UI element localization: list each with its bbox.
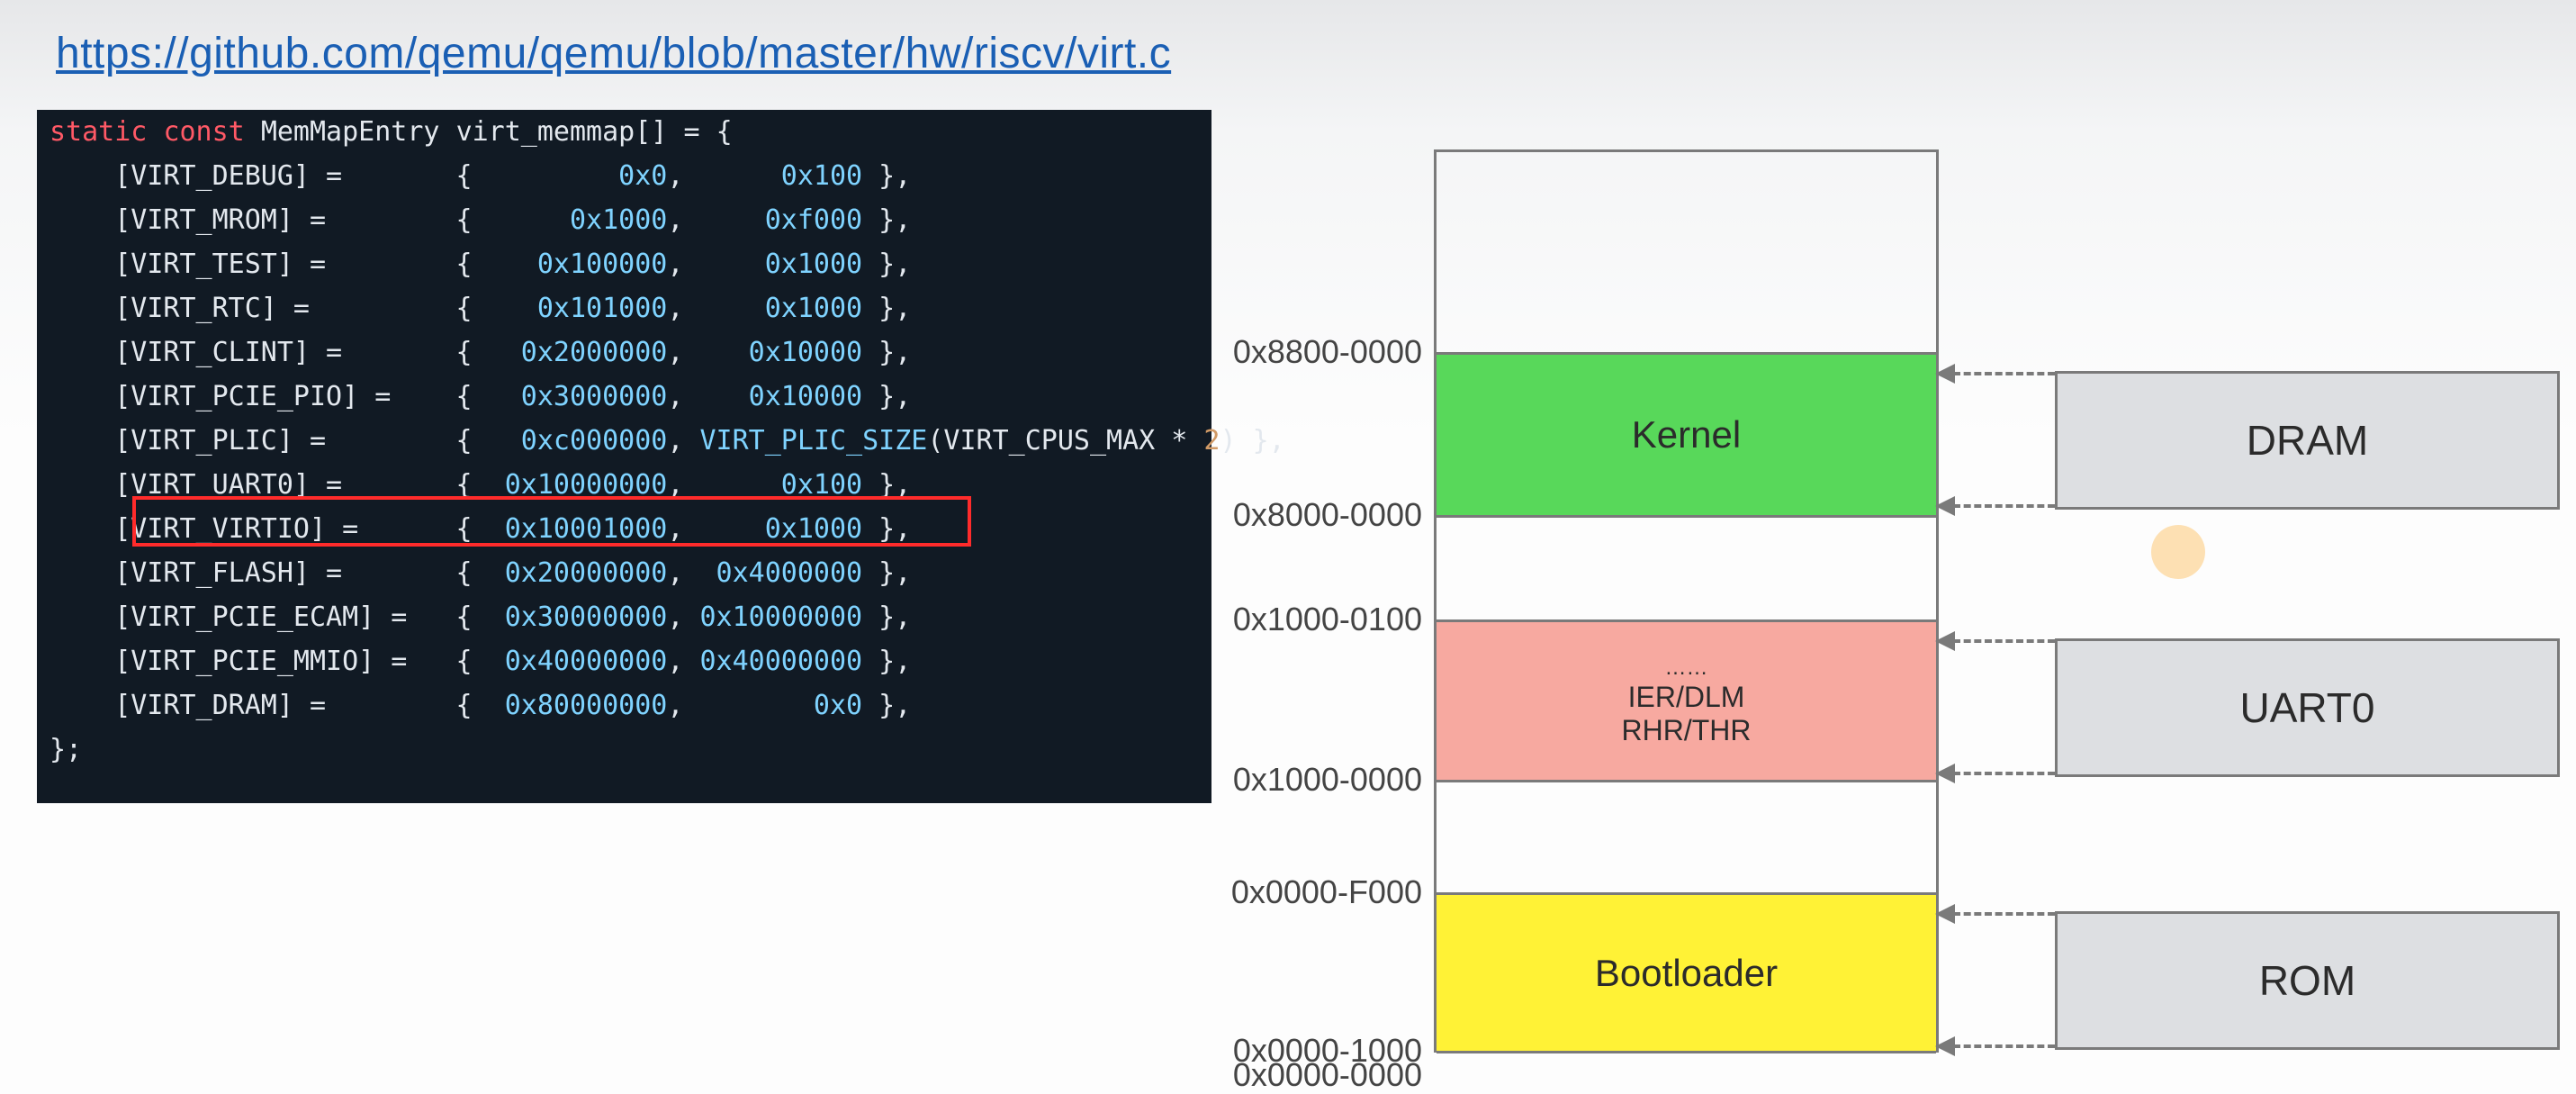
segment-uart0: …… IER/DLM RHR/THR [1437,622,1936,780]
addr-8000: 0x8000-0000 [1233,496,1422,534]
box-uart0: UART0 [2055,638,2560,777]
cursor-indicator-icon [2151,525,2205,579]
addr-1000-0100: 0x1000-0100 [1233,601,1422,638]
arrow [1953,912,2055,916]
addr-1000-0000: 0x1000-0000 [1233,761,1422,799]
segment-bootloader: Bootloader [1437,895,1936,1051]
code-block: static const MemMapEntry virt_memmap[] =… [37,110,1211,803]
addr-0000-0000: 0x0000-0000 [1233,1056,1422,1094]
box-rom: ROM [2055,911,2560,1050]
arrow [1953,1044,2055,1048]
source-url-link[interactable]: https://github.com/qemu/qemu/blob/master… [56,29,1171,78]
arrow [1953,639,2055,643]
arrow [1953,772,2055,775]
arrow [1953,504,2055,508]
segment-kernel: Kernel [1437,355,1936,515]
addr-8800: 0x8800-0000 [1233,333,1422,371]
arrow [1953,372,2055,375]
addr-0000-f000: 0x0000-F000 [1231,873,1422,911]
box-dram: DRAM [2055,371,2560,510]
memory-map-column: Kernel …… IER/DLM RHR/THR Bootloader [1434,149,1939,1053]
